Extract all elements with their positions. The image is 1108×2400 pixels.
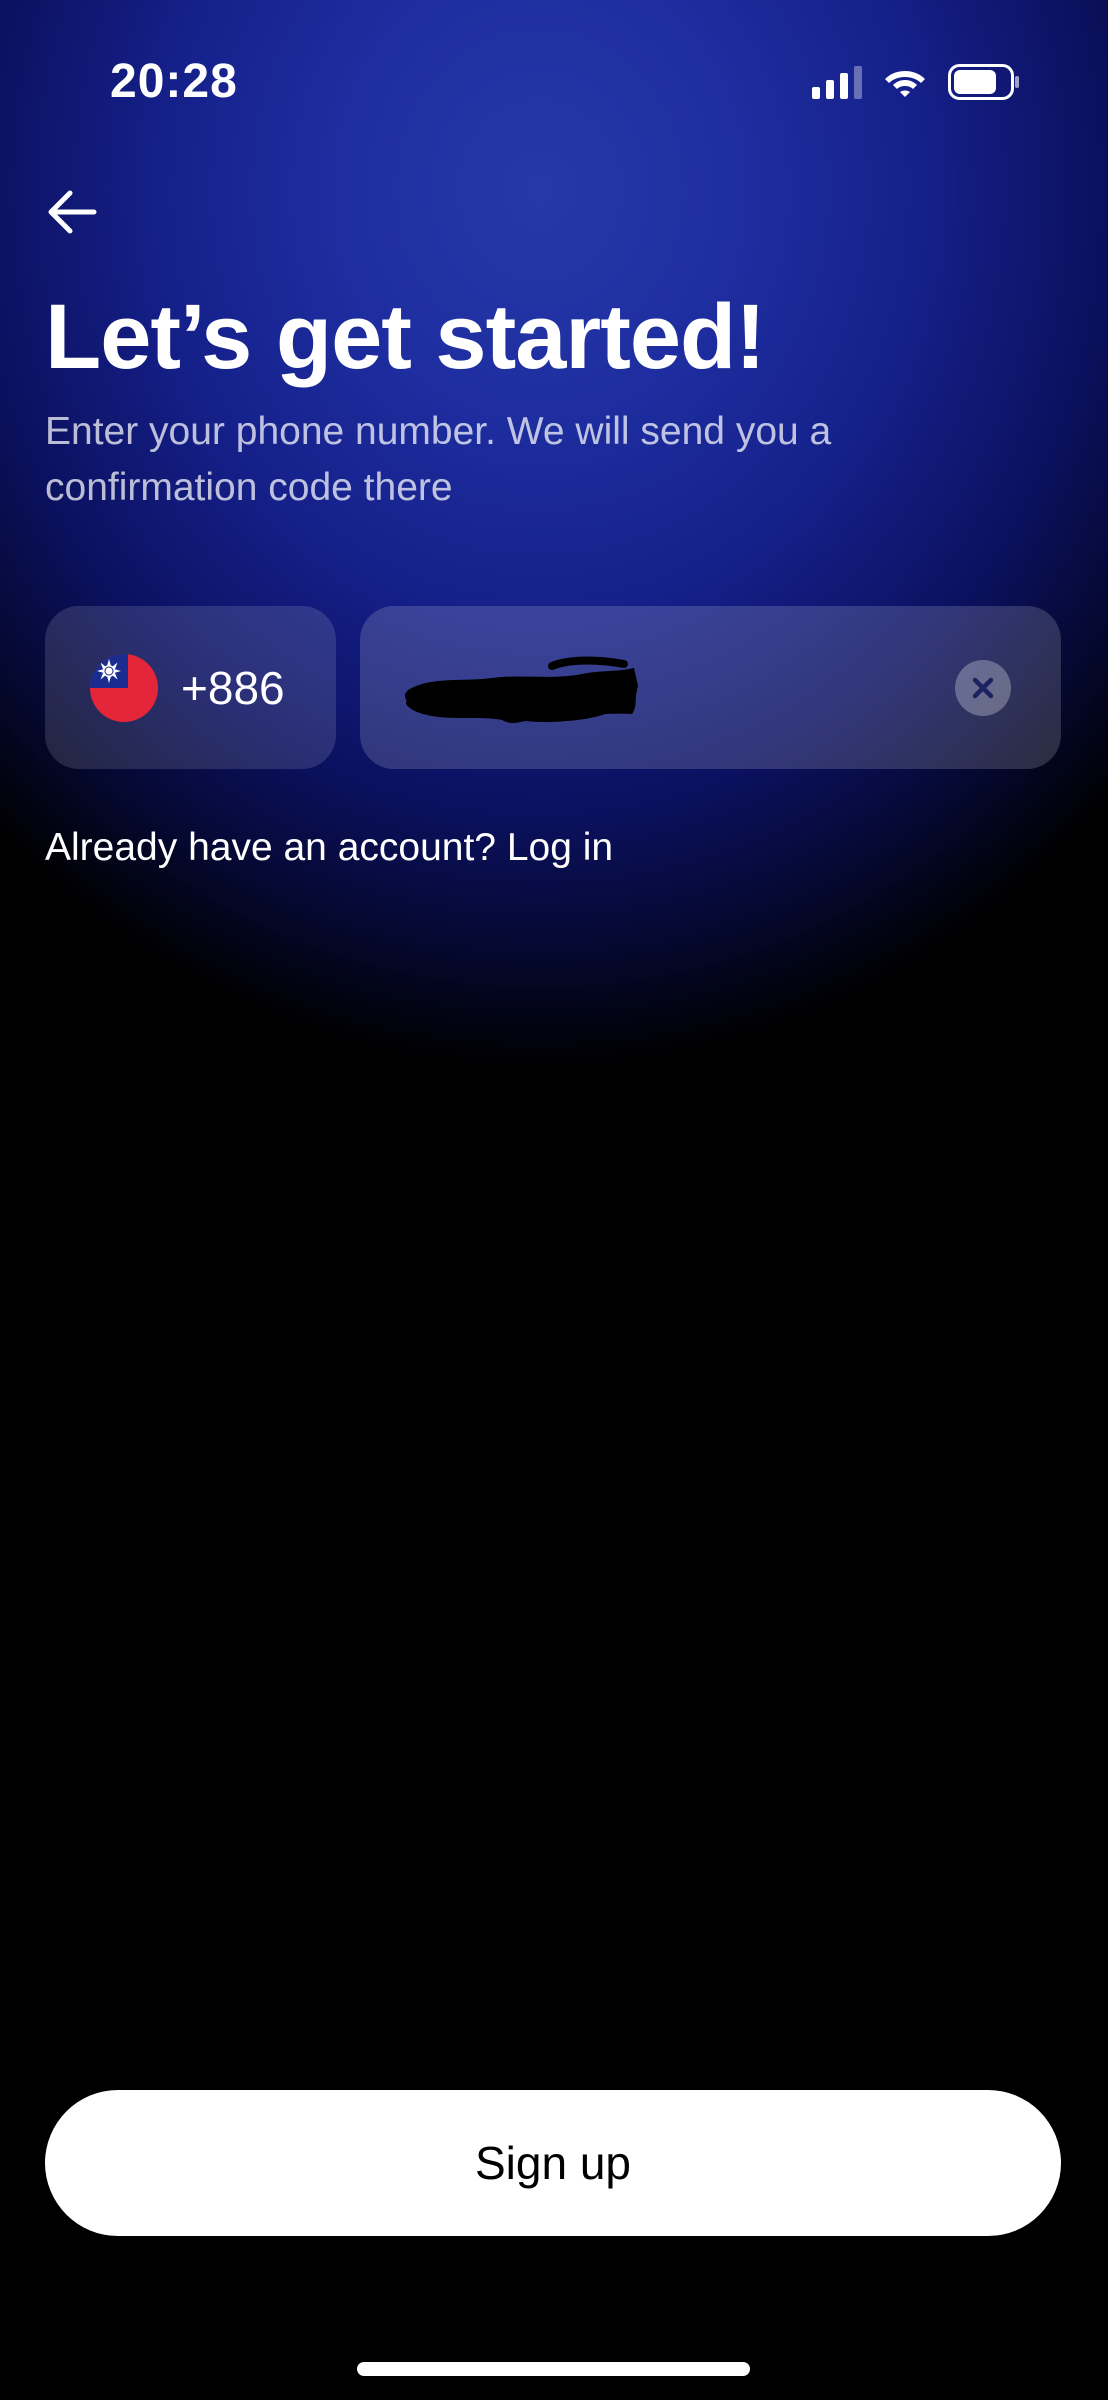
country-code: +886 (181, 662, 285, 714)
login-prompt: Already have an account? Log in (45, 820, 613, 876)
status-time: 20:28 (110, 55, 238, 108)
redaction-scribble (405, 656, 638, 723)
status-bar: 20:28 (0, 0, 1108, 160)
clear-input-button[interactable] (955, 660, 1011, 716)
login-link[interactable]: Log in (507, 826, 613, 869)
clear-x-icon (972, 677, 994, 699)
login-prompt-text: Already have an account? (45, 826, 496, 869)
cellular-signal-icon (812, 65, 862, 99)
signup-button[interactable]: Sign up (45, 2090, 1061, 2236)
battery-icon (948, 64, 1019, 100)
back-button[interactable] (40, 180, 104, 244)
signup-phone-screen: 20:28 Let’s get started! Enter your phon… (0, 0, 1108, 2400)
home-indicator (357, 2362, 750, 2376)
page-title: Let’s get started! (45, 286, 766, 388)
country-code-picker[interactable]: +886 (45, 606, 336, 769)
phone-number-field[interactable] (360, 606, 1061, 769)
taiwan-flag-icon (90, 654, 158, 722)
page-subtitle: Enter your phone number. We will send yo… (45, 410, 832, 509)
arrow-left-icon (48, 190, 97, 234)
wifi-icon (885, 71, 925, 97)
status-icons (812, 62, 1020, 102)
